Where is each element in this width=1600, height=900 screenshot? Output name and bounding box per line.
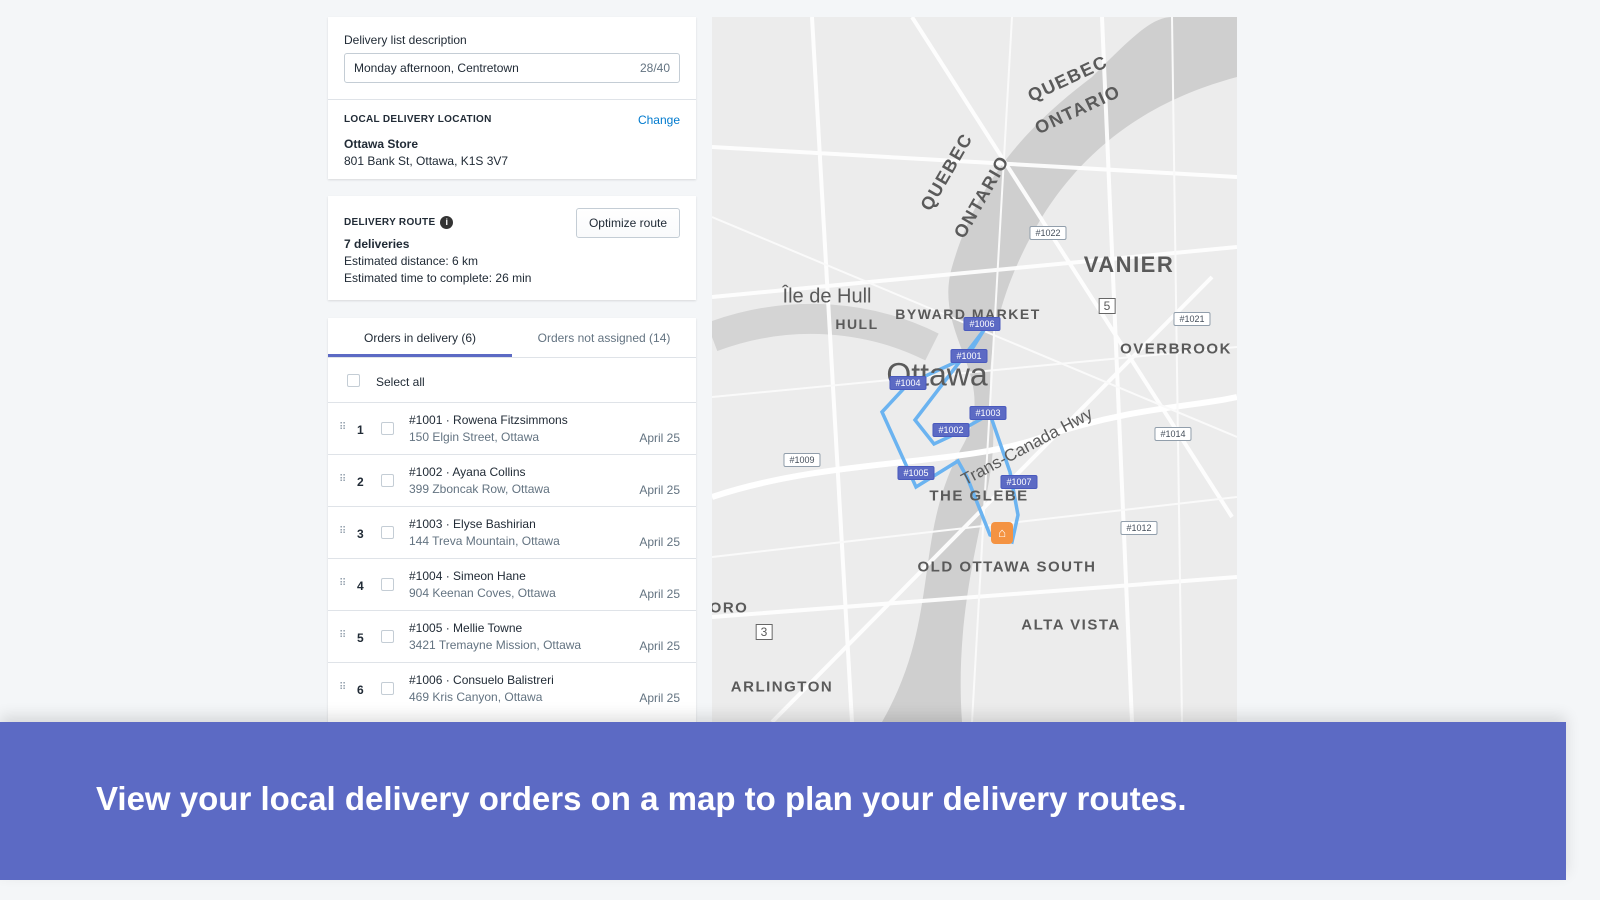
order-checkbox[interactable] <box>381 578 394 591</box>
assigned-order-marker[interactable]: #1002 <box>932 423 970 437</box>
order-date: April 25 <box>639 483 680 497</box>
order-address: 150 Elgin Street, Ottawa <box>409 430 540 444</box>
store-address: 801 Bank St, Ottawa, K1S 3V7 <box>344 154 509 168</box>
order-date: April 25 <box>639 587 680 601</box>
estimated-time: Estimated time to complete: 26 min <box>344 271 532 285</box>
unassigned-order-marker[interactable]: #1014 <box>1154 427 1192 441</box>
drag-handle-icon[interactable]: ⠿ <box>339 682 346 693</box>
order-sequence: 3 <box>357 527 364 541</box>
order-checkbox[interactable] <box>381 526 394 539</box>
order-title: #1005 · Mellie Towne <box>409 621 523 635</box>
order-address: 399 Zboncak Row, Ottawa <box>409 482 550 496</box>
order-date: April 25 <box>639 431 680 445</box>
orders-card: Orders in delivery (6) Orders not assign… <box>328 318 696 728</box>
description-label: Delivery list description <box>344 33 467 47</box>
order-title: #1006 · Consuelo Balistreri <box>409 673 554 687</box>
order-sequence: 5 <box>357 631 364 645</box>
order-sequence: 1 <box>357 423 364 437</box>
order-row[interactable]: ⠿ 3 #1003 · Elyse Bashirian 144 Treva Mo… <box>328 506 696 558</box>
unassigned-order-marker[interactable]: #1009 <box>783 453 821 467</box>
order-title: #1002 · Ayana Collins <box>409 465 526 479</box>
order-address: 904 Keenan Coves, Ottawa <box>409 586 556 600</box>
map-place-label: THE GLEBE <box>929 487 1029 505</box>
banner-text: View your local delivery orders on a map… <box>96 780 1187 817</box>
map-place-label: OVERBROOK <box>1120 340 1232 358</box>
unassigned-order-marker[interactable]: #1022 <box>1029 226 1067 240</box>
map-place-label: ALTA VISTA <box>1021 616 1121 634</box>
order-row[interactable]: ⠿ 2 #1002 · Ayana Collins 399 Zboncak Ro… <box>328 454 696 506</box>
order-checkbox[interactable] <box>381 682 394 695</box>
map-place-label: HULL <box>835 316 879 332</box>
map-place-label: Île de Hull <box>782 285 872 308</box>
store-icon[interactable]: ⌂ <box>991 522 1013 544</box>
order-sequence: 6 <box>357 683 364 697</box>
unassigned-order-marker[interactable]: #1021 <box>1173 312 1211 326</box>
route-card: DELIVERY ROUTE i Optimize route 7 deliver… <box>328 196 696 300</box>
select-all-label: Select all <box>376 375 425 389</box>
order-checkbox[interactable] <box>381 630 394 643</box>
location-section: LOCAL DELIVERY LOCATION Change Ottawa St… <box>328 99 696 182</box>
map-place-label: OLD OTTAWA SOUTH <box>917 558 1097 576</box>
order-tabs: Orders in delivery (6) Orders not assign… <box>328 318 696 358</box>
order-row[interactable]: ⠿ 1 #1001 · Rowena Fitzsimmons 150 Elgin… <box>328 402 696 454</box>
description-input[interactable]: Monday afternoon, Centretown 28/40 <box>344 53 680 83</box>
order-address: 469 Kris Canyon, Ottawa <box>409 690 543 704</box>
assigned-order-marker[interactable]: #1001 <box>950 349 988 363</box>
drag-handle-icon[interactable]: ⠿ <box>339 630 346 641</box>
tab-orders-not-assigned[interactable]: Orders not assigned (14) <box>512 318 696 357</box>
assigned-order-marker[interactable]: #1005 <box>897 466 935 480</box>
order-address: 3421 Tremayne Mission, Ottawa <box>409 638 582 652</box>
order-row[interactable]: ⠿ 4 #1004 · Simeon Hane 904 Keenan Coves… <box>328 558 696 610</box>
store-name: Ottawa Store <box>344 137 419 151</box>
order-date: April 25 <box>639 639 680 653</box>
assigned-order-marker[interactable]: #1004 <box>889 376 927 390</box>
order-date: April 25 <box>639 691 680 705</box>
change-link[interactable]: Change <box>638 113 680 127</box>
drag-handle-icon[interactable]: ⠿ <box>339 578 346 589</box>
optimize-route-button[interactable]: Optimize route <box>575 208 680 238</box>
map-place-label: VANIER <box>1083 252 1175 277</box>
estimated-distance: Estimated distance: 6 km <box>344 254 479 268</box>
order-row[interactable]: ⠿ 5 #1005 · Mellie Towne 3421 Tremayne M… <box>328 610 696 662</box>
order-title: #1001 · Rowena Fitzsimmons <box>409 413 568 427</box>
order-checkbox[interactable] <box>381 422 394 435</box>
drag-handle-icon[interactable]: ⠿ <box>339 526 346 537</box>
map-place-label: 5 <box>1098 298 1116 314</box>
location-heading: LOCAL DELIVERY LOCATION <box>344 114 492 125</box>
select-all-row: Select all <box>328 358 696 402</box>
order-sequence: 2 <box>357 475 364 489</box>
order-row[interactable]: ⠿ 6 #1006 · Consuelo Balistreri 469 Kris… <box>328 662 696 714</box>
route-heading: DELIVERY ROUTE <box>344 217 436 228</box>
unassigned-order-marker[interactable]: #1012 <box>1120 521 1158 535</box>
map-place-label: ORO <box>712 599 749 617</box>
location-card: Delivery list description Monday afterno… <box>328 17 696 179</box>
drag-handle-icon[interactable]: ⠿ <box>339 422 346 433</box>
order-address: 144 Treva Mountain, Ottawa <box>409 534 560 548</box>
order-sequence: 4 <box>357 579 364 593</box>
assigned-order-marker[interactable]: #1007 <box>1000 475 1038 489</box>
deliveries-count: 7 deliveries <box>344 237 410 251</box>
select-all-checkbox[interactable] <box>347 374 360 387</box>
assigned-order-marker[interactable]: #1006 <box>963 317 1001 331</box>
description-section: Delivery list description Monday afterno… <box>328 17 696 99</box>
tab-orders-in-delivery[interactable]: Orders in delivery (6) <box>328 318 512 357</box>
map-place-label: ARLINGTON <box>730 678 834 696</box>
map-place-label: 3 <box>755 624 773 640</box>
order-title: #1003 · Elyse Bashirian <box>409 517 536 531</box>
delivery-map[interactable]: QUEBEC ONTARIO QUEBEC ONTARIO VANIER Île de H… <box>712 17 1237 722</box>
drag-handle-icon[interactable]: ⠿ <box>339 474 346 485</box>
promo-banner: View your local delivery orders on a map… <box>0 722 1566 880</box>
description-value: Monday afternoon, Centretown <box>354 61 519 75</box>
info-icon[interactable]: i <box>440 216 454 229</box>
char-counter: 28/40 <box>639 61 670 75</box>
order-date: April 25 <box>639 535 680 549</box>
order-title: #1004 · Simeon Hane <box>409 569 526 583</box>
order-checkbox[interactable] <box>381 474 394 487</box>
assigned-order-marker[interactable]: #1003 <box>969 406 1007 420</box>
